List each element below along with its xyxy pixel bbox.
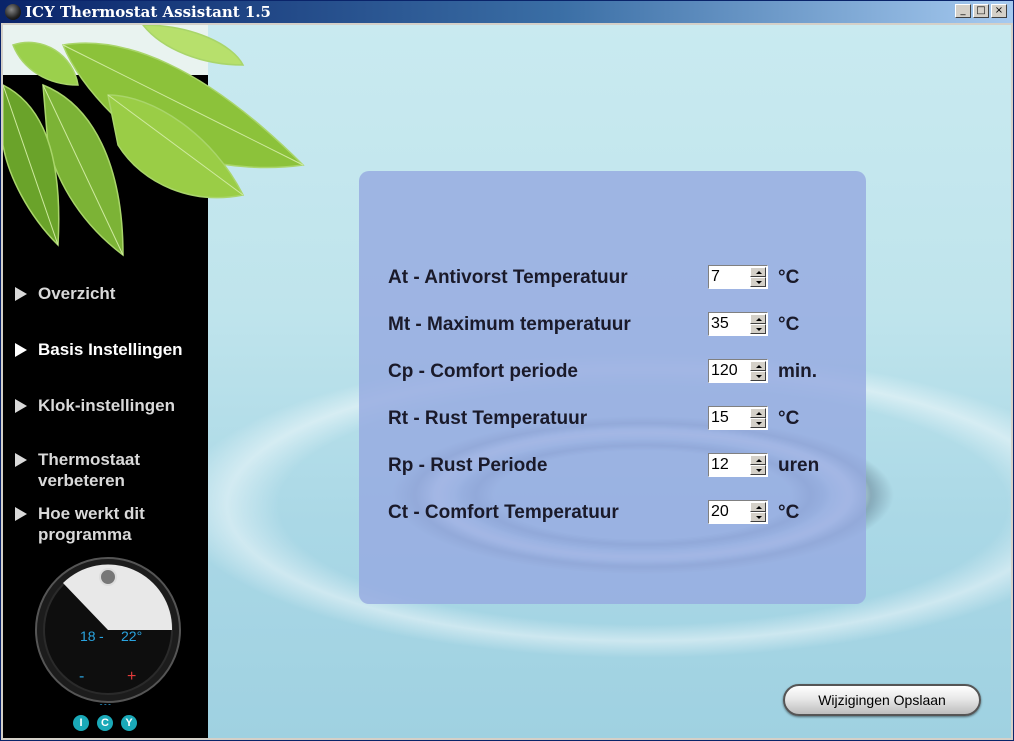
dial-separator: -	[99, 628, 104, 644]
cp-stepper[interactable]	[708, 359, 768, 383]
spin-up-icon[interactable]	[750, 455, 766, 465]
dial-knob[interactable]	[99, 568, 117, 586]
logo-letter-i: I	[73, 715, 89, 731]
rp-stepper[interactable]	[708, 453, 768, 477]
minimize-button[interactable]: _	[955, 4, 971, 18]
spin-up-icon[interactable]	[750, 267, 766, 277]
sidebar-item-basis-instellingen[interactable]: Basis Instellingen	[15, 339, 183, 360]
sidebar-item-label: Overzicht	[38, 284, 116, 303]
setting-row-rt: Rt - Rust Temperatuur °C	[388, 406, 858, 430]
chevron-right-icon	[15, 287, 27, 301]
spin-down-icon[interactable]	[750, 418, 766, 428]
rt-input[interactable]	[711, 408, 749, 428]
dial-minus-button[interactable]: -	[79, 668, 84, 685]
sidebar-item-label: Hoe werkt dit programma	[38, 504, 145, 544]
leaves-image	[3, 25, 305, 257]
maximize-button[interactable]: □	[973, 4, 989, 18]
logo-letter-c: C	[97, 715, 113, 731]
setting-unit: min.	[778, 361, 818, 382]
setting-unit: °C	[778, 267, 800, 288]
at-stepper[interactable]	[708, 265, 768, 289]
ct-input[interactable]	[711, 502, 749, 522]
app-window: ICY Thermostat Assistant 1.5 _ □ × Overz…	[0, 0, 1014, 741]
chevron-right-icon	[15, 507, 27, 521]
spin-down-icon[interactable]	[750, 324, 766, 334]
client-area: Overzicht Basis Instellingen Klok-instel…	[3, 25, 1011, 738]
sidebar-item-label: Klok-instellingen	[38, 396, 175, 415]
chevron-right-icon	[15, 453, 27, 467]
sidebar-item-overzicht[interactable]: Overzicht	[15, 283, 115, 304]
chevron-right-icon	[15, 343, 27, 357]
rt-stepper[interactable]	[708, 406, 768, 430]
sidebar-item-label: Thermostaat verbeteren	[38, 450, 141, 490]
rp-input[interactable]	[711, 455, 749, 475]
setting-label: Rp - Rust Periode	[388, 455, 548, 476]
cp-input[interactable]	[711, 361, 749, 381]
title-bar[interactable]: ICY Thermostat Assistant 1.5 _ □ ×	[1, 1, 1013, 23]
setting-label: Rt - Rust Temperatuur	[388, 408, 588, 429]
dial-plus-button[interactable]: +	[127, 668, 136, 685]
dial-high-temp: 22°	[121, 628, 142, 644]
ct-stepper[interactable]	[708, 500, 768, 524]
setting-row-rp: Rp - Rust Periode uren	[388, 453, 858, 477]
setting-row-mt: Mt - Maximum temperatuur °C	[388, 312, 858, 336]
setting-unit: °C	[778, 408, 800, 429]
setting-label: At - Antivorst Temperatuur	[388, 267, 628, 288]
spin-down-icon[interactable]	[750, 465, 766, 475]
close-button[interactable]: ×	[991, 4, 1007, 18]
spin-up-icon[interactable]	[750, 314, 766, 324]
settings-panel: At - Antivorst Temperatuur °C Mt - Maxim…	[359, 171, 866, 604]
setting-row-at: At - Antivorst Temperatuur °C	[388, 265, 858, 289]
mt-stepper[interactable]	[708, 312, 768, 336]
spin-down-icon[interactable]	[750, 371, 766, 381]
chevron-right-icon	[15, 399, 27, 413]
sidebar-item-klok-instellingen[interactable]: Klok-instellingen	[15, 395, 175, 416]
sidebar-item-thermostaat-verbeteren[interactable]: Thermostaat verbeteren	[15, 449, 175, 491]
setting-label: Cp - Comfort periode	[388, 361, 578, 382]
setting-row-cp: Cp - Comfort periode min.	[388, 359, 858, 383]
setting-label: Mt - Maximum temperatuur	[388, 314, 631, 335]
setting-row-ct: Ct - Comfort Temperatuur °C	[388, 500, 858, 524]
setting-label: Ct - Comfort Temperatuur	[388, 502, 619, 523]
mt-input[interactable]	[711, 314, 749, 334]
setting-unit: uren	[778, 455, 820, 476]
spin-up-icon[interactable]	[750, 502, 766, 512]
thermostat-dial: 18 - 22° - + •••	[35, 557, 181, 705]
setting-unit: °C	[778, 314, 800, 335]
spin-up-icon[interactable]	[750, 361, 766, 371]
spin-up-icon[interactable]	[750, 408, 766, 418]
window-title: ICY Thermostat Assistant 1.5	[25, 3, 271, 21]
app-icon[interactable]	[5, 4, 21, 20]
spin-down-icon[interactable]	[750, 512, 766, 522]
spin-down-icon[interactable]	[750, 277, 766, 287]
sidebar-item-label: Basis Instellingen	[38, 340, 183, 359]
sidebar-item-hoe-werkt-dit-programma[interactable]: Hoe werkt dit programma	[15, 503, 175, 545]
at-input[interactable]	[711, 267, 749, 287]
save-changes-button[interactable]: Wijzigingen Opslaan	[783, 684, 981, 716]
setting-unit: °C	[778, 502, 800, 523]
dial-low-temp: 18	[80, 628, 96, 644]
dial-dots-icon: •••	[99, 699, 112, 705]
logo-letter-y: Y	[121, 715, 137, 731]
